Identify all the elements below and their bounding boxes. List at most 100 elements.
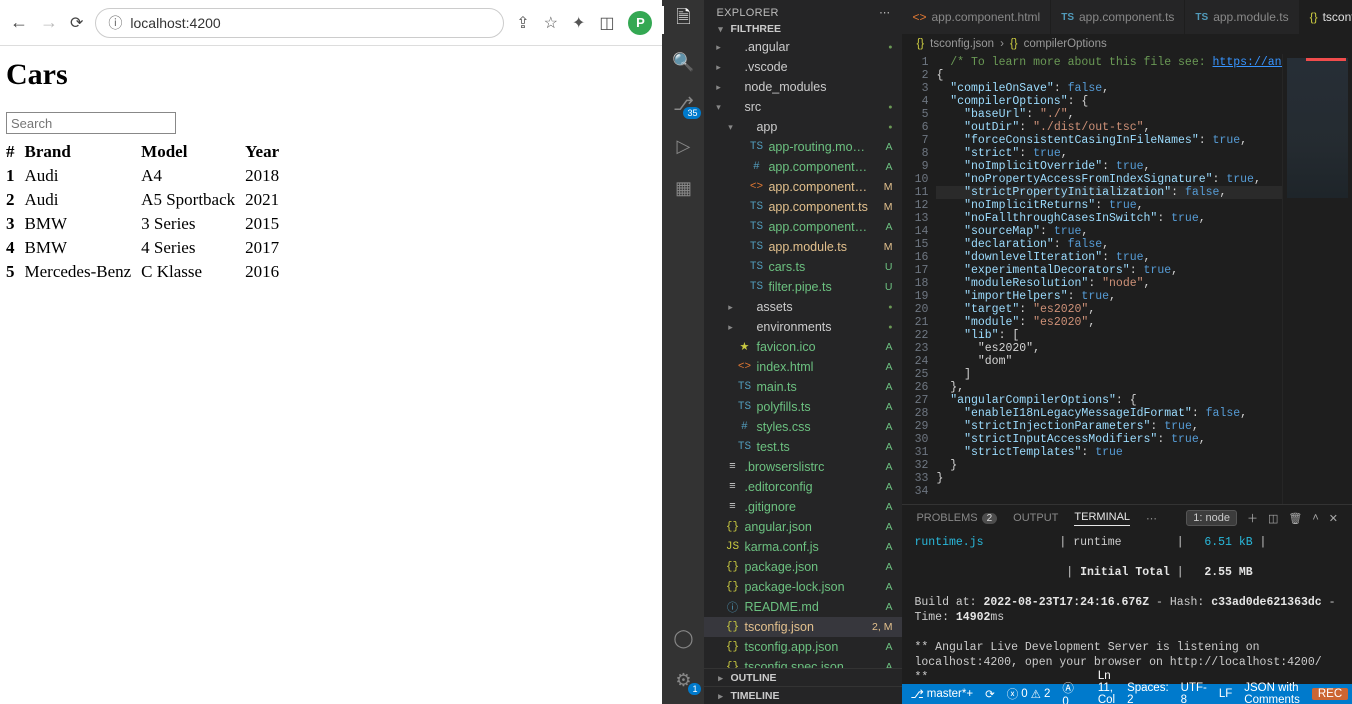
panel-more-icon[interactable]: ⋯ [1146,512,1157,525]
git-status: M [868,181,894,193]
code-area[interactable]: /* To learn more about this file see: ht… [936,54,1282,504]
sync-icon[interactable]: ⟳ [985,687,995,701]
table-row: 4BMW4 Series2017 [6,236,289,260]
tree-file[interactable]: TSapp.module.tsM [704,237,902,257]
git-branch[interactable]: ⎇ master*+ [910,687,973,701]
tree-file[interactable]: #styles.cssA [704,417,902,437]
run-debug-icon[interactable]: ▷ [671,134,695,158]
kill-terminal-icon[interactable]: 🗑 [1288,512,1302,525]
extensions-icon[interactable]: ✦ [572,13,585,33]
tree-folder[interactable]: ▸.angular● [704,37,902,57]
share-icon[interactable]: ⇪ [516,13,529,33]
breadcrumb-item[interactable]: tsconfig.json [930,38,994,50]
panel-maximize-icon[interactable]: ˄ [1312,512,1318,524]
tree-file[interactable]: TScars.tsU [704,257,902,277]
git-status: ● [868,104,894,111]
tree-folder[interactable]: ▸.vscode [704,57,902,77]
tree-file[interactable]: TSmain.tsA [704,377,902,397]
timeline-header[interactable]: ▸TIMELINE [704,686,902,704]
explorer-title: EXPLORER ⋯ [704,0,902,21]
git-status: A [868,341,894,353]
extensions-view-icon[interactable]: ▦ [671,176,695,200]
ts-icon: TS [748,221,764,233]
tree-file[interactable]: ≡.browserslistrcA [704,457,902,477]
ts-icon: TS [736,441,752,453]
url-bar[interactable]: ⓘ localhost:4200 [95,8,504,38]
terminal-tab[interactable]: TERMINAL [1074,511,1130,526]
terminal-selector[interactable]: 1: node [1186,510,1237,526]
tree-file[interactable]: TSapp.component.spec.tsA [704,217,902,237]
tree-folder[interactable]: ▾app● [704,117,902,137]
profile-avatar[interactable]: P [628,11,652,35]
editor-tab[interactable]: <>app.component.html [902,0,1051,34]
breadcrumb[interactable]: {} tsconfig.json › {} compilerOptions [902,34,1352,54]
editor-tab[interactable]: TSapp.component.ts [1051,0,1185,34]
tree-file[interactable]: ≡.editorconfigA [704,477,902,497]
status-spaces[interactable]: Spaces: 2 [1127,682,1169,704]
tree-file[interactable]: ★favicon.icoA [704,337,902,357]
search-icon[interactable]: 🔍 [671,50,695,74]
tree-file[interactable]: TSpolyfills.tsA [704,397,902,417]
sidebar: EXPLORER ⋯ ▾FILTHREE ▸.angular●▸.vscode▸… [704,0,902,704]
output-tab[interactable]: OUTPUT [1013,512,1058,524]
tree-folder[interactable]: ▸environments● [704,317,902,337]
status-errors[interactable]: ⓧ 0 ⚠ 2 [1007,686,1051,702]
panel-close-icon[interactable]: ✕ [1329,512,1338,525]
tree-folder[interactable]: ▸node_modules [704,77,902,97]
tree-file[interactable]: {}tsconfig.spec.jsonA [704,657,902,668]
status-eol[interactable]: LF [1219,688,1232,700]
tree-file[interactable]: ⓘREADME.mdA [704,597,902,617]
back-button[interactable]: ← [10,12,28,33]
git-status: A [868,481,894,493]
tree-file[interactable]: TSapp.component.tsM [704,197,902,217]
status-lncol[interactable]: Ln 11, Col 43 [1098,670,1115,704]
new-terminal-icon[interactable]: ＋ [1247,510,1258,526]
editor[interactable]: 1234567891011121314151617181920212223242… [902,54,1352,504]
line-gutter: 1234567891011121314151617181920212223242… [902,54,936,504]
accounts-icon[interactable]: ◯ [671,626,695,650]
status-rec[interactable]: REC [1312,688,1348,700]
explorer-icon[interactable]: 🗎 [671,8,695,32]
split-terminal-icon[interactable]: ◫ [1268,512,1278,525]
problems-tab[interactable]: PROBLEMS2 [916,512,997,524]
ts-icon: TS [1061,12,1074,23]
source-control-icon[interactable]: ⎇35 [671,92,695,116]
terminal-output[interactable]: runtime.js | runtime | 6.51 kB | | Initi… [902,531,1352,684]
tree-file[interactable]: {}tsconfig.json2, M [704,617,902,637]
editor-tab[interactable]: TSapp.module.ts [1185,0,1299,34]
html-icon: <> [736,361,752,373]
tree-file[interactable]: JSkarma.conf.jsA [704,537,902,557]
tree-folder[interactable]: ▾src● [704,97,902,117]
editor-tab[interactable]: {}tsconfig.json✕ [1300,0,1352,34]
outline-header[interactable]: ▸OUTLINE [704,668,902,686]
tree-file[interactable]: {}package-lock.jsonA [704,577,902,597]
breadcrumb-item[interactable]: compilerOptions [1024,38,1107,50]
explorer-more-icon[interactable]: ⋯ [879,6,890,19]
project-header[interactable]: ▾FILTHREE [704,21,902,37]
tree-file[interactable]: TSfilter.pipe.tsU [704,277,902,297]
reload-button[interactable]: ⟳ [70,13,83,33]
tree-file[interactable]: {}angular.jsonA [704,517,902,537]
status-encoding[interactable]: UTF-8 [1181,682,1207,704]
file-name: tsconfig.spec.json [744,660,868,668]
tree-folder[interactable]: ▸assets● [704,297,902,317]
forward-button[interactable]: → [40,12,58,33]
minimap[interactable] [1282,54,1352,504]
sidepanel-icon[interactable]: ◫ [599,13,614,33]
tree-file[interactable]: ≡.gitignoreA [704,497,902,517]
settings-gear-icon[interactable]: ⚙1 [671,668,695,692]
tree-file[interactable]: TSapp-routing.module.tsA [704,137,902,157]
tree-file[interactable]: TStest.tsA [704,437,902,457]
tree-file[interactable]: <>index.htmlA [704,357,902,377]
search-input[interactable] [6,112,176,134]
tree-file[interactable]: {}tsconfig.app.jsonA [704,637,902,657]
status-language[interactable]: JSON with Comments [1244,682,1300,704]
bookmark-icon[interactable]: ☆ [544,13,558,33]
chevron-right-icon: › [1000,38,1004,50]
tree-file[interactable]: {}package.jsonA [704,557,902,577]
tab-label: tsconfig.json [1323,10,1352,24]
site-info-icon[interactable]: ⓘ [108,13,122,33]
tree-file[interactable]: <>app.component.htmlM [704,177,902,197]
status-radio[interactable]: Ⓐ 0 [1062,680,1074,704]
tree-file[interactable]: #app.component.cssA [704,157,902,177]
